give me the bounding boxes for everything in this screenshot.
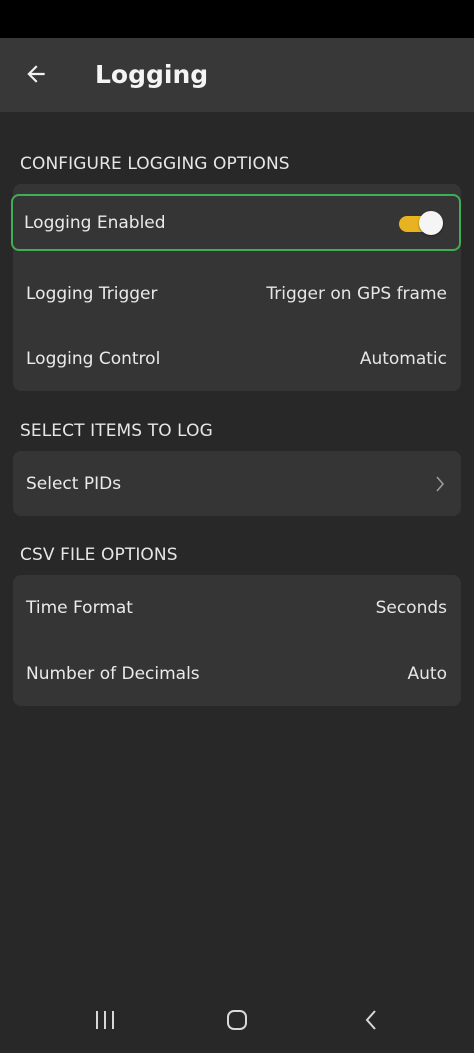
decimals-value: Auto	[407, 663, 447, 684]
decimals-row[interactable]: Number of Decimals Auto	[13, 641, 461, 706]
decimals-label: Number of Decimals	[26, 663, 200, 684]
time-format-row[interactable]: Time Format Seconds	[13, 575, 461, 640]
nav-back-button[interactable]	[349, 1002, 393, 1038]
status-bar	[0, 0, 474, 38]
logging-trigger-value: Trigger on GPS frame	[266, 284, 447, 304]
page-title: Logging	[95, 60, 209, 89]
recents-icon	[96, 1011, 114, 1029]
toggle-thumb	[419, 210, 443, 235]
logging-trigger-row[interactable]: Logging Trigger Trigger on GPS frame	[13, 262, 461, 326]
system-nav-bar	[0, 988, 474, 1053]
logging-enabled-label: Logging Enabled	[24, 212, 166, 233]
home-icon	[227, 1010, 247, 1030]
card-select-items: Select PIDs	[13, 451, 461, 516]
time-format-label: Time Format	[26, 597, 133, 618]
section-header-configure: CONFIGURE LOGGING OPTIONS	[20, 154, 290, 174]
home-button[interactable]	[215, 1002, 259, 1038]
section-header-select-items: SELECT ITEMS TO LOG	[20, 421, 213, 441]
logging-control-label: Logging Control	[26, 349, 161, 369]
arrow-left-icon	[27, 65, 45, 83]
logging-control-value: Automatic	[359, 349, 447, 369]
card-csv-options: Time Format Seconds Number of Decimals A…	[13, 575, 461, 706]
select-pids-label: Select PIDs	[26, 473, 122, 494]
logging-trigger-label: Logging Trigger	[26, 284, 158, 304]
recents-button[interactable]	[83, 1002, 127, 1038]
back-button[interactable]	[14, 52, 58, 96]
logging-enabled-row[interactable]: Logging Enabled	[11, 194, 461, 251]
card-configure-logging: Logging Enabled Logging Trigger Trigger …	[11, 184, 461, 391]
select-pids-row[interactable]: Select PIDs	[13, 451, 461, 516]
logging-control-row[interactable]: Logging Control Automatic	[13, 327, 461, 391]
chevron-left-icon	[365, 1010, 376, 1030]
time-format-value: Seconds	[375, 597, 447, 618]
chevron-right-icon	[436, 475, 445, 492]
app-bar: Logging	[0, 38, 474, 112]
section-header-csv: CSV FILE OPTIONS	[20, 545, 178, 565]
logging-enabled-toggle[interactable]	[397, 210, 443, 235]
